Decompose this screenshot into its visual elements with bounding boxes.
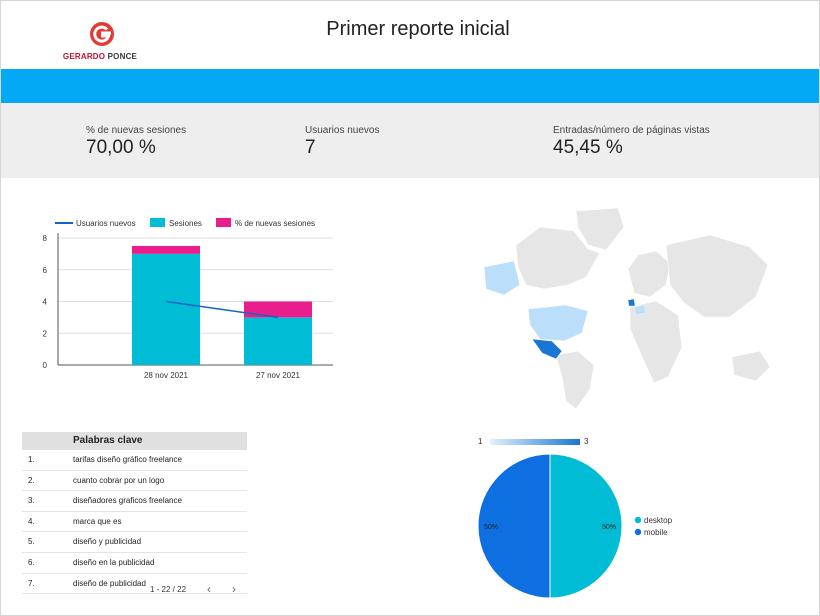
y-tick-label: 4 (43, 298, 48, 307)
map-alaska[interactable] (483, 260, 521, 296)
kpi-label: Usuarios nuevos (305, 125, 380, 136)
pagination-label: 1 - 22 / 22 (150, 585, 187, 594)
map-usa[interactable] (527, 304, 589, 342)
svg-text:Usuarios nuevos: Usuarios nuevos (76, 219, 136, 228)
svg-text:mobile: mobile (644, 528, 668, 537)
y-tick-label: 8 (43, 234, 48, 243)
y-tick-label: 2 (43, 329, 48, 338)
legend-item[interactable]: desktop (634, 516, 673, 525)
kpi-value: 7 (305, 137, 316, 158)
table-row[interactable]: 1. tarifas diseño gráfico freelance (22, 450, 247, 471)
kpi-value: 70,00 % (86, 137, 156, 158)
y-tick-label: 0 (43, 361, 48, 370)
kpi-band: % de nuevas sesiones 70,00 % Usuarios nu… (1, 103, 819, 178)
chevron-right-icon[interactable]: › (232, 582, 236, 596)
kpi-new-users[interactable]: Usuarios nuevos 7 (305, 125, 379, 159)
bar-new-sessions-pct[interactable] (132, 245, 200, 254)
scale-max-label: 3 (584, 437, 589, 446)
svg-text:% de nuevas sesiones: % de nuevas sesiones (235, 219, 315, 228)
world-map[interactable] (478, 205, 778, 415)
pie-slice-label: 50% (484, 524, 498, 531)
report-title: Primer reporte inicial (326, 18, 510, 40)
table-body: 1. tarifas diseño gráfico freelance 2. cua… (22, 450, 247, 594)
header-accent-bar (1, 69, 819, 103)
logo-wordmark: GERARDO PONCE (62, 52, 138, 61)
scale-min-label: 1 (478, 437, 483, 446)
sessions-combo-chart[interactable]: Usuarios nuevos Sesiones % de nuevas sesio… (0, 205, 360, 390)
map-asia[interactable] (665, 234, 769, 318)
y-tick-label: 6 (43, 266, 48, 275)
chevron-left-icon[interactable]: ‹ (207, 582, 211, 596)
table-row[interactable]: 3. diseñadores graficos freelance (22, 491, 247, 512)
column-header-keywords[interactable]: Palabras clave (73, 432, 143, 450)
svg-text:desktop: desktop (644, 516, 673, 525)
legend-item[interactable]: % de nuevas sesiones (216, 218, 315, 228)
table-row[interactable]: 5. diseño y publicidad (22, 532, 247, 553)
bar-new-sessions-pct[interactable] (244, 301, 312, 318)
kpi-label: % de nuevas sesiones (86, 125, 187, 136)
table-row[interactable]: 6. diseño en la publicidad (22, 553, 247, 574)
kpi-new-sessions[interactable]: % de nuevas sesiones 70,00 % (86, 125, 186, 159)
legend-item[interactable]: mobile (634, 528, 668, 537)
x-tick-label: 28 nov 2021 (144, 371, 189, 380)
table-row[interactable]: 4. marca que es (22, 512, 247, 533)
bar-sessions[interactable] (244, 317, 312, 365)
svg-text:Sesiones: Sesiones (169, 219, 202, 228)
map-oceania[interactable] (731, 350, 771, 382)
kpi-entrances-pageviews[interactable]: Entradas/número de páginas vistas 45,45 … (553, 125, 710, 159)
legend-item[interactable]: Sesiones (150, 218, 202, 228)
map-south-america[interactable] (555, 350, 595, 410)
table-row[interactable]: 2. cuanto cobrar por un logo (22, 471, 247, 492)
map-mexico[interactable] (531, 338, 563, 360)
table-row[interactable]: 7. diseño de publicidad (22, 574, 247, 594)
device-pie-chart[interactable]: 50% 50% desktop mobile (470, 450, 710, 605)
map-europe[interactable] (627, 250, 671, 298)
map-ireland[interactable] (627, 298, 636, 307)
bar-sessions[interactable] (132, 253, 200, 365)
kpi-value: 45,45 % (553, 137, 623, 158)
map-spain[interactable] (633, 304, 647, 316)
keywords-table[interactable]: Palabras clave 1. tarifas diseño gráfico … (22, 432, 247, 594)
table-header[interactable]: Palabras clave (22, 432, 247, 450)
legend-item[interactable]: Usuarios nuevos (55, 219, 136, 228)
scale-gradient (490, 439, 580, 445)
kpi-label: Entradas/número de páginas vistas (553, 125, 710, 136)
pie-slice-label: 50% (602, 524, 616, 531)
x-tick-label: 27 nov 2021 (256, 371, 301, 380)
